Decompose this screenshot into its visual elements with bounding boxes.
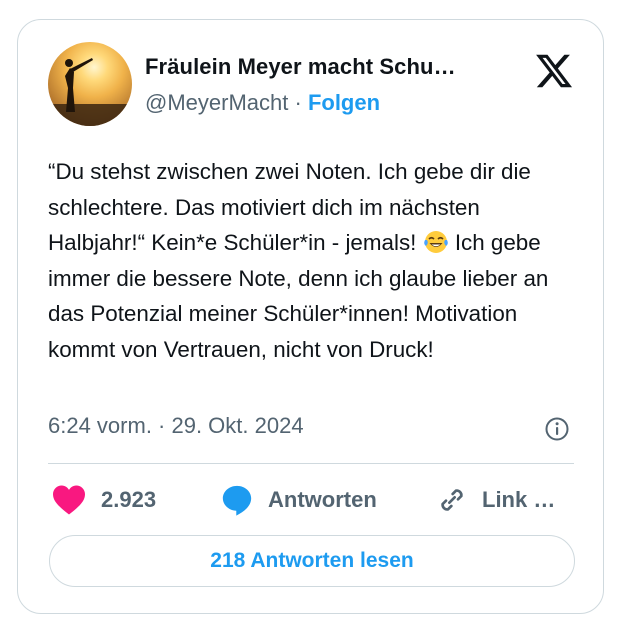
like-button[interactable]: 2.923 <box>51 482 156 518</box>
author-handle[interactable]: @MeyerMacht <box>145 90 288 115</box>
divider <box>48 463 574 464</box>
follow-button[interactable]: Folgen <box>308 90 380 115</box>
link-icon <box>441 489 463 511</box>
copy-link-button[interactable]: Link … <box>436 482 555 518</box>
handle-separator: · <box>288 90 308 115</box>
tears-of-joy-emoji-icon <box>423 229 449 255</box>
author-handle-row: @MeyerMacht · Folgen <box>145 90 380 116</box>
tweet-card: Fräulein Meyer macht Schu… @MeyerMacht ·… <box>17 19 604 614</box>
author-display-name[interactable]: Fräulein Meyer macht Schu… <box>145 54 456 80</box>
link-label: Link … <box>482 487 556 512</box>
tweet-timestamp[interactable]: 6:24 vorm. · 29. Okt. 2024 <box>48 413 304 439</box>
like-count: 2.923 <box>101 487 157 512</box>
heart-icon <box>53 485 85 515</box>
x-logo-icon[interactable] <box>534 51 574 91</box>
author-avatar[interactable] <box>48 42 132 126</box>
read-replies-button[interactable]: 218 Antworten lesen <box>49 535 575 587</box>
sunset-silhouette-icon <box>48 58 132 126</box>
speech-bubble-icon <box>222 485 252 516</box>
reply-label: Antworten <box>268 487 377 512</box>
reply-button[interactable]: Antworten <box>220 482 377 518</box>
info-icon[interactable] <box>544 416 570 442</box>
tweet-text: “Du stehst zwischen zwei Noten. Ich gebe… <box>48 154 578 367</box>
